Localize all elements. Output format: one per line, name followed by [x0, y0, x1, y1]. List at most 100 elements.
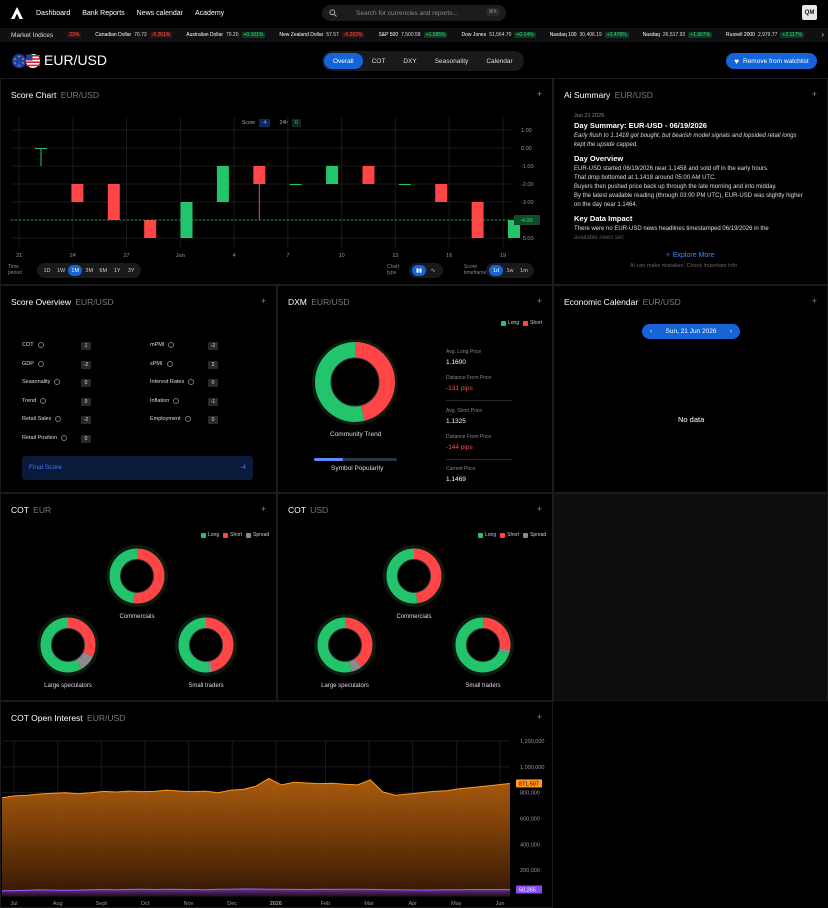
current-value-text: 871,507 [519, 781, 539, 787]
score-item-label: Interest Rates [150, 379, 185, 385]
info-icon[interactable] [166, 360, 173, 367]
candle-body[interactable] [216, 166, 229, 202]
remove-watchlist-button[interactable]: ♥ Remove from watchlist [726, 53, 817, 69]
long-swatch [501, 320, 506, 326]
info-icon[interactable] [168, 342, 175, 348]
tab-cot[interactable]: COT [363, 53, 395, 69]
ticker-item[interactable]: Nasdaq 100 30,406.19 +2.478% [550, 32, 629, 38]
timeframe-1w[interactable]: 1w [503, 265, 517, 276]
add-icon[interactable]: + [812, 296, 817, 306]
add-icon[interactable]: + [537, 89, 542, 99]
candle-body[interactable] [71, 184, 84, 202]
info-icon[interactable] [37, 360, 44, 367]
add-icon[interactable]: + [261, 504, 266, 514]
nav-link-bank-reports[interactable]: Bank Reports [82, 10, 124, 17]
score-item-value: 0 [208, 379, 218, 387]
candle-type-icon[interactable]: ▮▮ [412, 265, 426, 276]
x-tick-label: 24 [70, 253, 76, 259]
chevron-right-icon[interactable]: › [730, 328, 732, 335]
add-icon[interactable]: + [537, 504, 542, 514]
candle-body[interactable] [362, 166, 375, 184]
score-item-mpmi: mPMI [150, 342, 175, 348]
add-icon[interactable]: + [261, 296, 266, 306]
flag-icons [12, 54, 40, 68]
tab-calendar[interactable]: Calendar [477, 53, 521, 69]
candle-body[interactable] [180, 202, 193, 238]
candle-body[interactable] [326, 166, 339, 184]
no-data-text: No data [678, 415, 705, 424]
period-1w[interactable]: 1W [54, 265, 68, 276]
add-icon[interactable]: + [812, 89, 817, 99]
add-icon[interactable]: + [537, 296, 542, 306]
info-icon[interactable] [54, 379, 61, 385]
tab-seasonality[interactable]: Seasonality [426, 53, 478, 69]
score-candlestick-chart[interactable]: 1.00 0.00 -1.00 -2.00 -3.00 -4.00 -5.00 21 24 27 J… [1, 109, 554, 259]
info-icon[interactable] [188, 379, 195, 385]
info-icon[interactable] [184, 416, 191, 422]
ticker-item[interactable]: Australian Dollar 70.20 +0.101% [186, 32, 266, 38]
stat-value: -131 pips [446, 385, 473, 392]
candle-body[interactable] [289, 184, 302, 185]
candle-body[interactable] [398, 184, 411, 185]
tab-overall[interactable]: Overall [324, 53, 363, 69]
candle-body[interactable] [435, 184, 448, 202]
info-icon[interactable] [37, 342, 44, 348]
period-1m[interactable]: 1M [68, 265, 83, 276]
ticker-item[interactable]: Canadian Dollar 70.73 -0.261% [95, 32, 173, 38]
view-tabs: Overall COT DXY Seasonality Calendar [322, 51, 524, 71]
legend-swatch [246, 532, 252, 538]
chevron-right-icon[interactable]: › [817, 30, 824, 39]
cot-donut-small-traders [452, 614, 514, 676]
candle-body[interactable] [144, 220, 157, 238]
ai-impact-text: There were no EUR-USD news headlines tim… [574, 226, 769, 232]
info-icon[interactable] [55, 416, 62, 422]
line-type-icon[interactable]: ∿ [426, 265, 440, 276]
y-tick-label: -2.00 [521, 182, 534, 188]
info-icon[interactable] [40, 397, 47, 404]
panel-title: COT Open Interest EUR/USD [11, 713, 125, 723]
date-picker[interactable]: ‹ Sun, 21 Jun 2026 › [642, 324, 740, 339]
ticker-item[interactable]: Nasdaq 26,517.93 +1.907% [643, 32, 713, 38]
candle-body[interactable] [253, 166, 266, 184]
ticker-item[interactable]: Russell 2000 2,979.77 +2.117% [726, 32, 804, 38]
info-icon[interactable] [173, 397, 180, 404]
score-item-label: Retail Position [22, 434, 58, 441]
period-1y[interactable]: 1Y [110, 265, 124, 276]
y-tick-label: 1.00 [521, 128, 532, 134]
tab-dxy[interactable]: DXY [394, 53, 425, 69]
candle-body[interactable] [107, 184, 120, 220]
ticker-item[interactable]: 23% [61, 32, 82, 38]
chevron-left-icon[interactable]: ‹ [650, 328, 652, 335]
add-icon[interactable]: + [537, 712, 542, 722]
final-score-value: -4 [240, 464, 246, 471]
ticker-item[interactable]: Dow Jones 51,564.70 +0.14% [461, 32, 536, 38]
nav-link-dashboard[interactable]: Dashboard [36, 10, 70, 17]
dxm-sub: EUR/USD [311, 297, 350, 307]
search-bar[interactable]: Search for currencies and reports... ⌘K [322, 5, 506, 21]
candle-body[interactable] [471, 202, 484, 238]
timeframe-1m[interactable]: 1m [517, 265, 531, 276]
open-interest-chart[interactable]: 1,200,000 1,000,000 800,000 600,000 400,000 2… [0, 733, 553, 908]
period-3m[interactable]: 3M [82, 265, 96, 276]
brand-logo[interactable] [10, 6, 24, 20]
ticker-item[interactable]: New Zealand Dollar 57.57 -0.202% [279, 32, 365, 38]
period-1d[interactable]: 1D [40, 265, 54, 276]
period-6m[interactable]: 6M [96, 265, 110, 276]
ticker-item[interactable]: S&P 500 7,500.58 +1.085% [378, 32, 448, 38]
cot-legend: Long Short Spread [474, 532, 546, 538]
legend-short: Short [530, 320, 543, 326]
x-tick-label: May [451, 901, 462, 907]
sparkle-icon: ✧ [665, 252, 671, 259]
ai-overview-line: By the latest available reading (through… [574, 193, 803, 208]
candle-body[interactable] [35, 148, 47, 149]
score-item-label: Trend [22, 397, 37, 404]
nav-link-news-calendar[interactable]: News calendar [137, 10, 183, 17]
nav-link-academy[interactable]: Academy [195, 10, 224, 17]
avatar[interactable]: QM [802, 5, 817, 20]
legend-label: Short [230, 532, 243, 538]
explore-more-button[interactable]: ✧ Explore More [665, 251, 715, 260]
info-icon[interactable] [61, 434, 68, 441]
timeframe-1d[interactable]: 1d [489, 265, 503, 276]
ticker-change: +1.907% [688, 32, 713, 38]
period-3y[interactable]: 3Y [124, 265, 138, 276]
